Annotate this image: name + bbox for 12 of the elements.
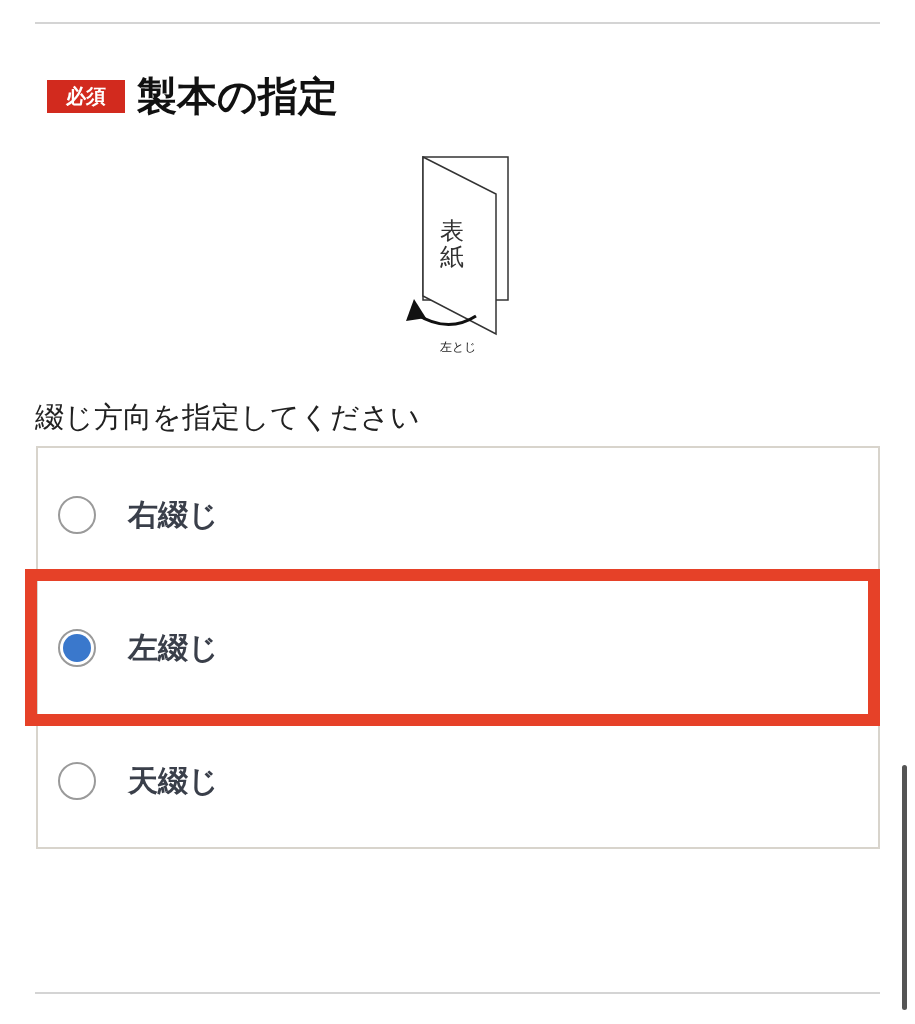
radio-button[interactable] [58, 761, 96, 800]
section-title: 製本の指定 [137, 76, 338, 116]
radio-button[interactable] [58, 495, 96, 534]
binding-label: 左とじ [439, 339, 476, 356]
scrollbar[interactable] [902, 765, 907, 1010]
option-label[interactable]: 左綴じ [128, 625, 219, 670]
option-label[interactable]: 天綴じ [128, 758, 219, 803]
required-badge: 必須 [47, 79, 125, 113]
cover-label: 表紙 [439, 218, 464, 271]
option-label[interactable]: 右綴じ [128, 492, 219, 537]
prompt-text: 綴じ方向を指定してください [35, 403, 421, 432]
radio-button[interactable] [58, 628, 96, 667]
